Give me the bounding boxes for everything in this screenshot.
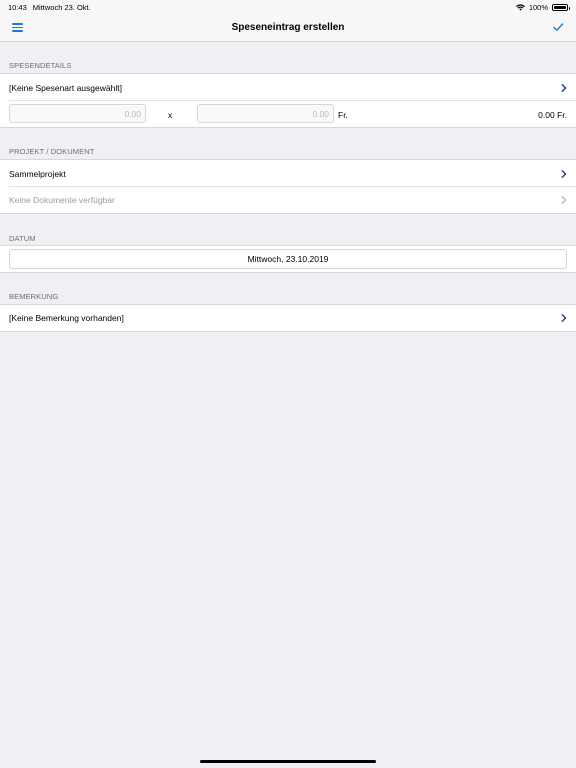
date-picker-button[interactable]: Mittwoch, 23.10.2019 (9, 249, 567, 269)
currency-label: Fr. (338, 110, 348, 120)
projekt-label: Sammelprojekt (9, 168, 66, 179)
date-value: Mittwoch, 23.10.2019 (247, 254, 329, 264)
chevron-right-icon (561, 169, 567, 178)
multiply-sign: x (168, 110, 173, 120)
quantity-input[interactable]: 0.00 (9, 104, 146, 123)
page-title: Speseneintrag erstellen (231, 22, 345, 33)
section-header-bemerkung: BEMERKUNG (9, 292, 59, 301)
checkmark-icon[interactable] (552, 21, 564, 33)
menu-icon[interactable] (12, 22, 23, 33)
battery-icon (552, 3, 570, 11)
home-indicator[interactable] (200, 760, 376, 763)
section-header-spesendetails: SPESENDETAILS (9, 61, 72, 70)
projekt-row[interactable]: Sammelprojekt (0, 159, 576, 187)
status-right: 100% (515, 2, 570, 12)
wifi-icon (515, 3, 525, 11)
nav-bar: Speseneintrag erstellen (0, 14, 576, 42)
chevron-right-icon (561, 196, 567, 204)
bemerkung-row[interactable]: [Keine Bemerkung vorhanden] (0, 304, 576, 332)
price-input[interactable]: 0.00 (197, 104, 334, 123)
dokumente-row[interactable]: Keine Dokumente verfügbar (0, 187, 576, 214)
battery-percent: 100% (528, 2, 548, 12)
status-date: Mittwoch 23. Okt. (32, 2, 91, 12)
bemerkung-label: [Keine Bemerkung vorhanden] (9, 313, 124, 323)
chevron-right-icon (561, 83, 567, 92)
spesenart-row[interactable]: [Keine Spesenart ausgewählt] (0, 73, 576, 101)
section-header-projekt: PROJEKT / DOKUMENT (9, 147, 95, 156)
section-header-datum: DATUM (9, 234, 36, 243)
status-time: 10:43 (8, 2, 27, 12)
total-amount: 0.00 Fr. (538, 110, 567, 120)
status-bar: 10:43 Mittwoch 23. Okt. 100% (0, 0, 576, 14)
spesenart-label: [Keine Spesenart ausgewählt] (9, 82, 122, 93)
dokumente-label: Keine Dokumente verfügbar (9, 195, 115, 205)
chevron-right-icon (561, 314, 567, 322)
